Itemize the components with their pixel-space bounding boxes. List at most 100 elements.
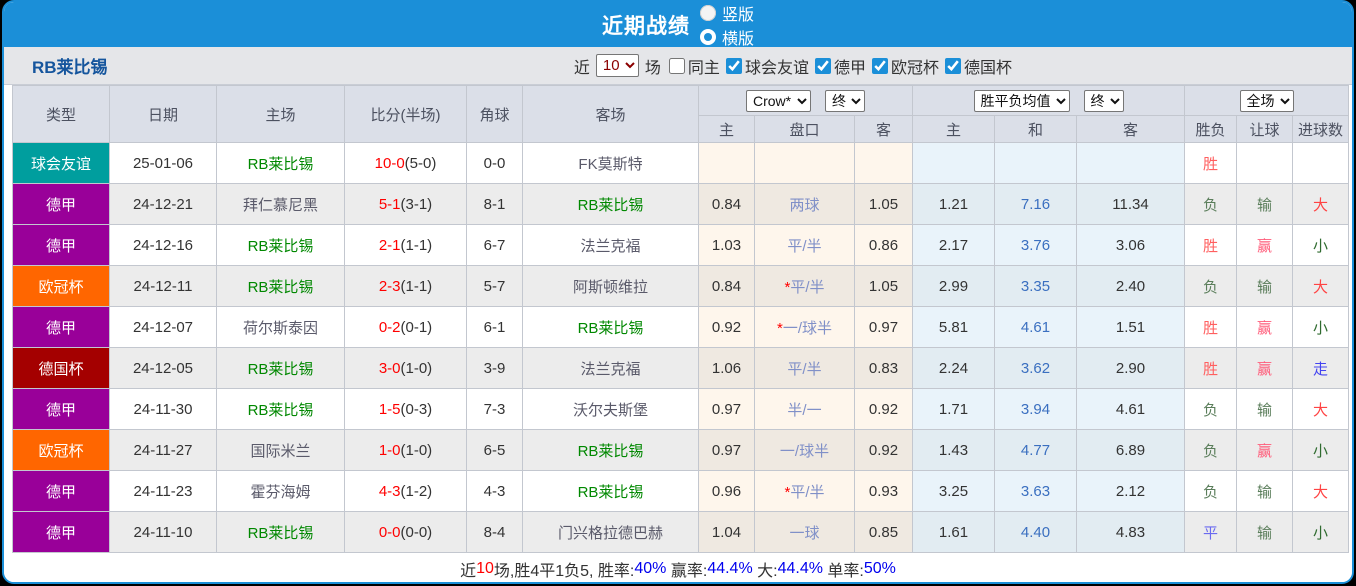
cell-date: 24-11-30 [109,388,217,430]
cell-score: 1-5(0-3) [344,388,467,430]
filter-checkbox-item-3[interactable]: 欧冠杯 [866,54,939,78]
cell-home-team: 霍芬海姆 [216,470,345,512]
cell-corner: 0-0 [466,142,523,184]
score-halftime: (1-2) [400,482,433,500]
cell-let-result [1236,142,1294,184]
layout-radio-group: 竖版横版 [699,2,754,49]
filter-checkbox[interactable] [871,57,888,74]
cell-win-loss: 胜 [1184,224,1238,266]
cell-goals-result: 大 [1292,388,1350,430]
score-halftime: (0-3) [400,400,433,418]
cell-score: 5-1(3-1) [344,183,467,225]
near-count-select[interactable]: 10 [595,54,639,77]
score-halftime: (0-0) [400,523,433,541]
cell-avg-away: 4.83 [1075,511,1186,553]
cell-handicap: *一/球半 [754,306,855,348]
team-name: RB莱比锡 [32,58,108,77]
odds-provider-select[interactable]: Crow* [746,89,811,112]
cell-avg-away: 1.51 [1075,306,1186,348]
radio-icon[interactable] [699,4,716,21]
handicap-star: * [784,483,791,501]
table-row: 德甲 24-11-10 RB莱比锡 0-0(0-0) 8-4 门兴格拉德巴赫 1.04 一球 0… [12,511,1350,553]
cell-odds-home: 0.97 [698,429,755,471]
score-fulltime: 1-0 [378,441,401,459]
odds-time-select[interactable]: 终 [825,89,865,112]
table-row: 德甲 24-12-16 RB莱比锡 2-1(1-1) 6-7 法兰克福 1.03 平/半 0.8… [12,224,1350,266]
cell-goals-result: 小 [1292,429,1350,471]
summary-segment: 10 [476,559,494,577]
cell-handicap: 一/球半 [754,429,855,471]
filter-checkbox-item-2[interactable]: 德甲 [809,54,866,78]
handicap-star: * [776,319,783,337]
cell-win-loss: 胜 [1184,142,1238,184]
filter-checkbox[interactable] [814,57,831,74]
summary-segment: 44.4% [777,559,823,577]
sub-header-goal-count: 进球数 [1292,115,1350,143]
filter-checkbox[interactable] [668,57,685,74]
filter-checkbox-item-1[interactable]: 球会友谊 [720,54,809,78]
score-halftime: (3-1) [400,195,433,213]
score-fulltime: 0-2 [378,318,401,336]
cell-odds-away: 1.05 [854,183,913,225]
filter-checkbox[interactable] [944,57,961,74]
cell-handicap: 平/半 [754,224,855,266]
cell-avg-draw: 7.16 [994,183,1077,225]
cell-date: 25-01-06 [109,142,217,184]
filter-checkbox-item-4[interactable]: 德国杯 [939,54,1012,78]
cell-avg-draw: 3.94 [994,388,1077,430]
cell-win-loss: 负 [1184,388,1238,430]
cell-league: 德甲 [12,388,110,430]
cell-goals-result: 小 [1292,224,1350,266]
cell-corner: 4-3 [466,470,523,512]
col-header-home: 主场 [216,85,345,143]
table-row: 德国杯 24-12-05 RB莱比锡 3-0(1-0) 3-9 法兰克福 1.06 平/半 0.… [12,347,1350,389]
cell-league: 球会友谊 [12,142,110,184]
topbar: 近期战绩 竖版 横版 [4,2,1352,49]
table-row: 德甲 24-11-23 霍芬海姆 4-3(1-2) 4-3 RB莱比锡 0.96 *平/半 0.… [12,470,1350,512]
cell-score: 0-2(0-1) [344,306,467,348]
cell-corner: 8-1 [466,183,523,225]
cell-league: 德国杯 [12,347,110,389]
cell-goals-result [1292,142,1350,184]
table-row: 德甲 24-12-07 荷尔斯泰因 0-2(0-1) 6-1 RB莱比锡 0.92 *一/球半… [12,306,1350,348]
cell-away-team: FK莫斯特 [522,142,699,184]
layout-radio-horizontal[interactable]: 横版 [699,25,754,49]
cell-date: 24-12-05 [109,347,217,389]
range-select[interactable]: 全场 [1239,89,1294,112]
filter-checkbox-label: 同主 [687,59,720,77]
summary-segment: 大: [752,562,778,580]
col-header-type: 类型 [12,85,110,143]
avg-time-select[interactable]: 终 [1083,89,1124,112]
avg-type-select[interactable]: 胜平负均值 [973,89,1070,112]
cell-avg-home: 1.21 [912,183,995,225]
filter-checkbox-item-0[interactable]: 同主 [663,54,720,78]
cell-avg-away: 4.61 [1075,388,1186,430]
filter-checkbox-label: 德国杯 [963,59,1012,77]
cell-handicap: 半/一 [754,388,855,430]
cell-home-team: 拜仁慕尼黑 [216,183,345,225]
cell-avg-draw: 3.76 [994,224,1077,266]
cell-odds-away: 0.83 [854,347,913,389]
summary-segment: 单率: [822,562,864,580]
cell-away-team: 阿斯顿维拉 [522,265,699,307]
filter-checkbox-label: 欧冠杯 [890,59,939,77]
filter-bar: RB莱比锡 近 10 场 同主 球会友谊 德甲 欧冠杯 德国杯 [4,47,1352,85]
cell-odds-home: 0.84 [698,265,755,307]
cell-handicap [754,142,855,184]
cell-score: 3-0(1-0) [344,347,467,389]
sub-header-odds-home: 主 [698,115,755,143]
cell-goals-result: 大 [1292,265,1350,307]
cell-let-result: 输 [1236,265,1294,307]
cell-win-loss: 平 [1184,511,1238,553]
filter-checkbox[interactable] [725,57,742,74]
cell-corner: 6-1 [466,306,523,348]
cell-home-team: RB莱比锡 [216,224,345,266]
radio-icon[interactable] [699,28,716,45]
sub-header-odds-away: 客 [854,115,913,143]
layout-radio-vertical[interactable]: 竖版 [699,2,754,25]
radio-label: 横版 [721,30,754,48]
filter-checkbox-label: 球会友谊 [744,59,809,77]
cell-corner: 8-4 [466,511,523,553]
cell-date: 24-12-07 [109,306,217,348]
score-fulltime: 2-3 [378,277,401,295]
